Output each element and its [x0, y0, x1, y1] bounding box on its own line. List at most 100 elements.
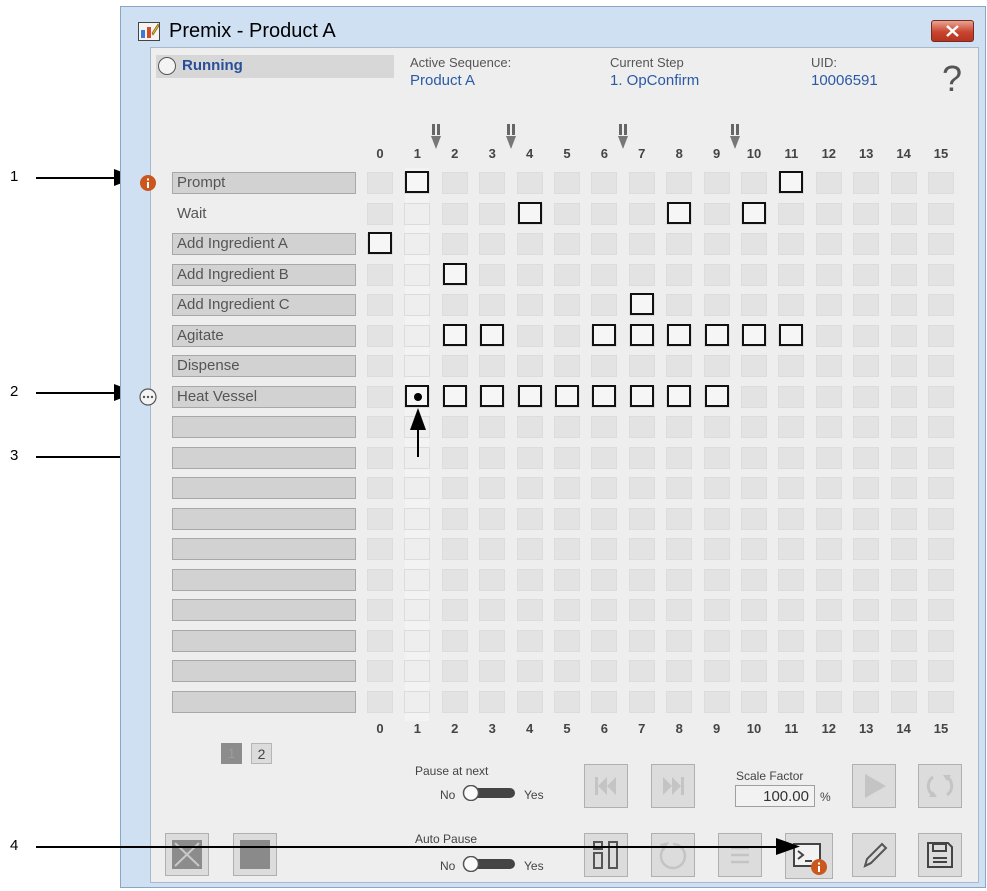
grid-cell[interactable]	[853, 233, 880, 255]
grid-cell[interactable]	[404, 568, 431, 591]
grid-cell[interactable]	[628, 507, 655, 530]
grid-cell[interactable]	[666, 416, 693, 438]
scale-factor-field[interactable]: 100.00	[735, 785, 815, 807]
selected-step-cell[interactable]	[442, 323, 467, 346]
grid-cell[interactable]	[778, 233, 805, 255]
grid-cell[interactable]	[815, 324, 842, 347]
step-name-field[interactable]	[172, 690, 356, 713]
grid-cell[interactable]	[554, 538, 580, 560]
grid-cell[interactable]	[591, 690, 618, 713]
save-button[interactable]	[918, 833, 962, 877]
step-name-field[interactable]	[172, 446, 356, 469]
grid-cell[interactable]	[815, 507, 842, 530]
grid-cell[interactable]	[441, 233, 468, 255]
grid-cell[interactable]	[441, 294, 468, 316]
grid-cell[interactable]	[554, 263, 580, 286]
grid-cell[interactable]	[367, 294, 393, 316]
grid-cell[interactable]	[703, 233, 730, 255]
grid-cell[interactable]	[666, 477, 693, 499]
grid-cell[interactable]	[441, 355, 468, 377]
grid-cell[interactable]	[703, 507, 730, 530]
grid-cell[interactable]	[367, 202, 393, 225]
grid-cell[interactable]	[516, 568, 543, 591]
grid-cell[interactable]	[741, 233, 767, 255]
grid-cell[interactable]	[479, 233, 506, 255]
selected-step-cell[interactable]	[442, 262, 467, 285]
grid-cell[interactable]	[703, 629, 730, 652]
grid-cell[interactable]	[441, 477, 468, 499]
grid-cell[interactable]	[741, 446, 767, 469]
grid-cell[interactable]	[591, 660, 618, 682]
grid-cell[interactable]	[516, 629, 543, 652]
grid-cell[interactable]	[441, 660, 468, 682]
grid-cell[interactable]	[778, 263, 805, 286]
grid-cell[interactable]	[479, 416, 506, 438]
selected-step-cell[interactable]	[779, 323, 804, 346]
grid-cell[interactable]	[554, 355, 580, 377]
grid-cell[interactable]	[404, 477, 431, 499]
grid-cell[interactable]	[741, 538, 767, 560]
grid-cell[interactable]	[404, 202, 431, 225]
grid-cell[interactable]	[554, 416, 580, 438]
step-name-field[interactable]	[172, 507, 356, 530]
selected-step-cell[interactable]	[742, 323, 766, 346]
grid-cell[interactable]	[479, 294, 506, 316]
column-view-button[interactable]	[584, 833, 628, 877]
selected-step-cell[interactable]	[704, 384, 729, 407]
grid-cell[interactable]	[778, 568, 805, 591]
grid-cell[interactable]	[853, 355, 880, 377]
grid-cell[interactable]	[890, 477, 917, 499]
pause-marker[interactable]	[617, 124, 630, 150]
grid-cell[interactable]	[404, 507, 431, 530]
grid-cell[interactable]	[554, 294, 580, 316]
grid-cell[interactable]	[591, 294, 618, 316]
grid-cell[interactable]	[591, 233, 618, 255]
grid-cell[interactable]	[778, 690, 805, 713]
stop-button[interactable]	[233, 833, 277, 876]
grid-cell[interactable]	[703, 568, 730, 591]
grid-cell[interactable]	[890, 294, 917, 316]
grid-cell[interactable]	[703, 599, 730, 621]
grid-cell[interactable]	[479, 690, 506, 713]
pause-marker[interactable]	[505, 124, 518, 150]
grid-cell[interactable]	[441, 202, 468, 225]
grid-cell[interactable]	[741, 355, 767, 377]
grid-cell[interactable]	[928, 355, 954, 377]
selected-step-cell[interactable]	[517, 201, 542, 224]
grid-cell[interactable]	[666, 355, 693, 377]
grid-cell[interactable]	[928, 690, 954, 713]
grid-cell[interactable]	[890, 202, 917, 225]
close-button[interactable]	[931, 20, 974, 42]
grid-cell[interactable]	[367, 507, 393, 530]
grid-cell[interactable]	[516, 446, 543, 469]
grid-cell[interactable]	[628, 233, 655, 255]
grid-cell[interactable]	[778, 477, 805, 499]
grid-cell[interactable]	[815, 629, 842, 652]
grid-cell[interactable]	[741, 416, 767, 438]
grid-cell[interactable]	[404, 629, 431, 652]
grid-cell[interactable]	[367, 446, 393, 469]
grid-cell[interactable]	[441, 690, 468, 713]
grid-cell[interactable]	[367, 568, 393, 591]
grid-cell[interactable]	[367, 538, 393, 560]
grid-cell[interactable]	[367, 660, 393, 682]
grid-cell[interactable]	[591, 416, 618, 438]
grid-cell[interactable]	[404, 355, 431, 377]
grid-cell[interactable]	[778, 599, 805, 621]
grid-cell[interactable]	[666, 690, 693, 713]
selected-step-cell[interactable]	[405, 171, 430, 193]
grid-cell[interactable]	[441, 416, 468, 438]
grid-cell[interactable]	[928, 324, 954, 347]
selected-step-cell[interactable]	[480, 323, 505, 346]
grid-cell[interactable]	[928, 202, 954, 225]
grid-cell[interactable]	[628, 416, 655, 438]
selected-step-cell[interactable]	[667, 201, 692, 224]
grid-cell[interactable]	[890, 263, 917, 286]
selected-step-cell[interactable]	[592, 384, 617, 407]
grid-cell[interactable]	[853, 202, 880, 225]
step-name-field[interactable]	[172, 477, 356, 499]
grid-cell[interactable]	[516, 690, 543, 713]
reset-button[interactable]	[918, 764, 962, 808]
grid-cell[interactable]	[703, 355, 730, 377]
grid-cell[interactable]	[741, 263, 767, 286]
